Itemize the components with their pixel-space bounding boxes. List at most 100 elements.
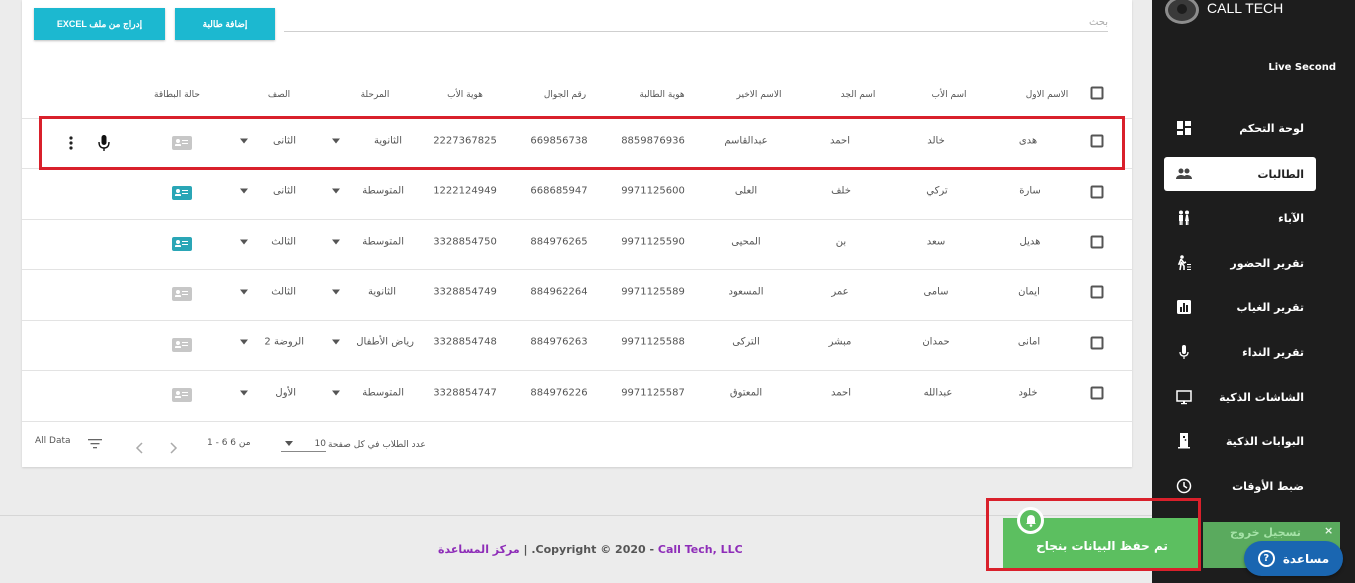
clock-icon bbox=[1176, 478, 1192, 494]
sidebar-item-label: لوحة التحكم bbox=[1239, 121, 1304, 135]
grade-select-value: الثالث bbox=[271, 236, 296, 248]
grade-select[interactable]: الثالث bbox=[240, 237, 296, 248]
sidebar-item-label: البوابات الذكية bbox=[1225, 434, 1304, 448]
row-checkbox[interactable] bbox=[1090, 235, 1104, 249]
grade-select[interactable]: الأول bbox=[240, 388, 296, 399]
filter-icon[interactable] bbox=[88, 435, 102, 449]
search-input[interactable] bbox=[284, 12, 1108, 33]
cell-mobile: 884962264 bbox=[530, 286, 588, 298]
cell-father-name: سعد bbox=[926, 236, 946, 248]
chevron-down-icon bbox=[240, 390, 248, 396]
header-father-name[interactable]: اسم الأب bbox=[932, 90, 967, 100]
cell-father-name: حمدان bbox=[922, 336, 950, 348]
chevron-down-icon bbox=[240, 289, 248, 295]
cell-student-id: 9971125589 bbox=[621, 286, 685, 298]
help-button[interactable]: ? مساعدة bbox=[1244, 541, 1343, 576]
grade-select[interactable]: الروضة 2 bbox=[240, 337, 304, 348]
brand[interactable]: CALL TECH bbox=[1165, 0, 1283, 24]
id-card-inactive-icon[interactable] bbox=[172, 388, 192, 402]
header-first-name[interactable]: الاسم الاول bbox=[1026, 90, 1069, 100]
cell-grandfather-name: عمر bbox=[831, 286, 849, 298]
cell-first-name: امانى bbox=[1017, 336, 1041, 348]
grade-select-value: الثالث bbox=[271, 286, 296, 298]
people-icon bbox=[1176, 166, 1192, 182]
import-excel-button[interactable]: EXCEL إدراج من ملف bbox=[34, 8, 165, 40]
header-mobile[interactable]: رقم الجوال bbox=[544, 90, 586, 100]
stage-select[interactable]: المتوسطة bbox=[332, 388, 404, 399]
sidebar-item-attendance-report[interactable]: تقرير الحضور bbox=[1164, 246, 1316, 280]
sidebar-item-call-report[interactable]: تقرير النداء bbox=[1164, 335, 1316, 369]
sidebar-item-absence-report[interactable]: تقرير الغياب bbox=[1164, 290, 1316, 324]
sidebar-item-smart-gates[interactable]: البوابات الذكية bbox=[1164, 424, 1316, 458]
toast-close-button[interactable]: × bbox=[1324, 524, 1333, 537]
stage-select[interactable]: رياض الأطفال bbox=[332, 337, 414, 348]
cell-last-name: المحيى bbox=[731, 236, 761, 248]
chevron-down-icon bbox=[240, 239, 248, 245]
header-last-name[interactable]: الاسم الاخير bbox=[737, 90, 782, 100]
cell-last-name: المعتوق bbox=[729, 387, 763, 399]
cell-grandfather-name: احمد bbox=[831, 387, 851, 399]
chevron-down-icon bbox=[332, 289, 340, 295]
header-grade[interactable]: الصف bbox=[268, 90, 290, 100]
id-card-active-icon[interactable] bbox=[172, 186, 192, 200]
sidebar-item-label: تقرير الحضور bbox=[1230, 256, 1304, 270]
row-checkbox[interactable] bbox=[1090, 386, 1104, 400]
row-checkbox[interactable] bbox=[1090, 185, 1104, 199]
grade-select[interactable]: الثالث bbox=[240, 287, 296, 298]
cell-last-name: العلى bbox=[734, 185, 758, 197]
stage-select-value: المتوسطة bbox=[362, 236, 404, 248]
attendance-icon bbox=[1176, 255, 1192, 271]
cell-last-name: المسعود bbox=[728, 286, 764, 298]
company-link[interactable]: Call Tech, LLC bbox=[658, 543, 743, 556]
sidebar-item-smart-screens[interactable]: الشاشات الذكية bbox=[1164, 380, 1316, 414]
page-range: 1 - 6 من 6 bbox=[207, 438, 251, 448]
cell-student-id: 9971125588 bbox=[621, 336, 685, 348]
id-card-inactive-icon[interactable] bbox=[172, 287, 192, 301]
copyright-line: مركز المساعدة | .Copyright © 2020 - Call… bbox=[438, 543, 743, 556]
chevron-left-icon[interactable] bbox=[135, 439, 145, 454]
sidebar-item-label: الشاشات الذكية bbox=[1219, 390, 1304, 404]
add-student-button[interactable]: إضافة طالبة bbox=[175, 8, 275, 40]
row-checkbox[interactable] bbox=[1090, 285, 1104, 299]
cell-mobile: 668685947 bbox=[530, 185, 588, 197]
stage-select-value: الثانوية bbox=[368, 286, 396, 298]
cell-grandfather-name: خلف bbox=[831, 185, 851, 197]
cell-first-name: سارة bbox=[1019, 185, 1041, 197]
help-center-link[interactable]: مركز المساعدة bbox=[438, 543, 520, 556]
grade-select[interactable]: الثانى bbox=[240, 186, 296, 197]
help-icon: ? bbox=[1257, 550, 1275, 567]
header-student-id[interactable]: هوية الطالبة bbox=[639, 90, 684, 100]
stage-select[interactable]: المتوسطة bbox=[332, 186, 404, 197]
sidebar-item-students[interactable]: الطالبات bbox=[1164, 157, 1316, 191]
chevron-right-icon[interactable] bbox=[168, 439, 178, 454]
header-card-status[interactable]: حالة البطاقة bbox=[154, 90, 200, 100]
stage-select[interactable]: الثانوية bbox=[332, 287, 396, 298]
monitor-icon bbox=[1176, 389, 1192, 405]
per-page-select[interactable]: 10 bbox=[281, 436, 326, 452]
brand-logo-icon bbox=[1165, 0, 1199, 24]
grade-select-value: الأول bbox=[275, 387, 296, 399]
cell-first-name: هديل bbox=[1019, 236, 1041, 248]
header-father-id[interactable]: هوية الأب bbox=[447, 90, 483, 100]
sidebar-user-name: Live Second bbox=[1268, 62, 1336, 73]
cell-father-id: 1222124949 bbox=[433, 185, 497, 197]
stage-select-value: المتوسطة bbox=[362, 185, 404, 197]
stage-select[interactable]: المتوسطة bbox=[332, 237, 404, 248]
chevron-down-icon bbox=[332, 339, 340, 345]
sidebar-item-parents[interactable]: الآباء bbox=[1164, 201, 1316, 235]
select-all-checkbox[interactable] bbox=[1090, 86, 1104, 100]
per-page-label: عدد الطلاب في كل صفحة bbox=[328, 440, 426, 450]
search-field bbox=[284, 10, 1108, 33]
id-card-active-icon[interactable] bbox=[172, 237, 192, 251]
sidebar-item-dashboard[interactable]: لوحة التحكم bbox=[1164, 111, 1316, 145]
row-checkbox[interactable] bbox=[1090, 336, 1104, 350]
all-data-label[interactable]: All Data bbox=[35, 436, 71, 446]
grade-select-value: الثانى bbox=[272, 185, 296, 197]
header-stage[interactable]: المرحلة bbox=[361, 90, 390, 100]
cell-father-name: عبدالله bbox=[923, 387, 953, 399]
cell-first-name: خلود bbox=[1018, 387, 1038, 399]
brand-name: CALL TECH bbox=[1207, 0, 1284, 16]
cell-father-name: تركي bbox=[926, 185, 948, 197]
id-card-inactive-icon[interactable] bbox=[172, 338, 192, 352]
header-grandfather-name[interactable]: اسم الجد bbox=[841, 90, 876, 100]
